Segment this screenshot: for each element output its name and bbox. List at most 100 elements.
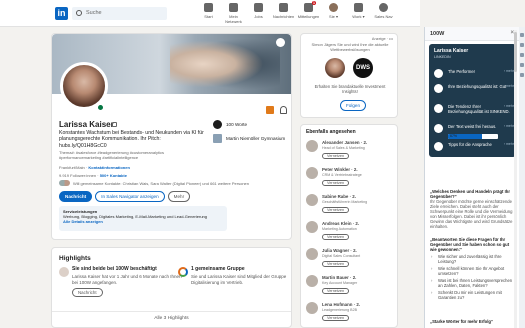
- grid-icon: [354, 3, 363, 12]
- analysis-label: Der Text weist frei heraus.: [448, 124, 497, 129]
- ad-subtext: Erhalten Sie brandaktuelle Investment In…: [314, 84, 386, 94]
- rail-icon[interactable]: [520, 63, 524, 67]
- rail-icon[interactable]: [520, 73, 524, 77]
- avatar[interactable]: [306, 275, 318, 287]
- person-name[interactable]: Sabine Rabe · 2.: [322, 194, 356, 199]
- person-name[interactable]: Alexander Jansen · 2.: [322, 140, 367, 145]
- analysis-name: Larissa Kaiser: [434, 48, 469, 54]
- person-name[interactable]: Lena Hofmann · 2.: [322, 302, 360, 307]
- more-button[interactable]: Mehr: [167, 191, 191, 202]
- person-name[interactable]: Julia Wagner · 2.: [322, 248, 357, 253]
- company-row[interactable]: 100 Worte: [213, 120, 285, 129]
- quality-progress-bar: 67%: [448, 134, 498, 139]
- connect-button[interactable]: Vernetzen: [322, 180, 350, 186]
- nav-item-messaging[interactable]: Nachrichten: [271, 3, 296, 24]
- progress-label: 67%: [450, 134, 458, 138]
- people-also-viewed: Ebenfalls angesehen Alexander Jansen · 2…: [300, 124, 398, 328]
- rail-icon[interactable]: [520, 53, 524, 57]
- school-row[interactable]: Martin Niemöller Gymnasium: [213, 134, 285, 143]
- panel-section: „Beantworten Sie diese Fragen für Ihr Ge…: [430, 237, 515, 300]
- analysis-item[interactable]: Die Tendenz Ihrer Beziehungsqualität ist…: [434, 104, 514, 114]
- person-name[interactable]: Peter Winkler · 2.: [322, 167, 358, 172]
- more-link[interactable]: › mehr: [504, 69, 514, 74]
- message-button[interactable]: Nachricht: [59, 191, 93, 202]
- connect-button[interactable]: Vernetzen: [322, 288, 350, 294]
- ad-label[interactable]: Anzeige · •••: [372, 37, 393, 41]
- school-name: Martin Niemöller Gymnasium: [226, 136, 286, 141]
- scrollbar-thumb[interactable]: [514, 32, 517, 72]
- nav-item-me[interactable]: Sie ▾: [321, 3, 346, 24]
- all-highlights-link[interactable]: Alle 3 Highlights: [52, 311, 291, 321]
- company-logo-icon: [213, 120, 222, 129]
- camera-icon[interactable]: [276, 38, 285, 47]
- section-desc: Ihr Gegenüber möchte gerne einschätzende…: [430, 199, 513, 229]
- person-name[interactable]: Andreas Klein · 2.: [322, 221, 359, 226]
- avatar[interactable]: [306, 167, 318, 179]
- rail-icon[interactable]: [520, 43, 524, 47]
- more-link[interactable]: › mehr: [504, 142, 514, 147]
- nav-item-network[interactable]: Mein Netzwerk: [221, 3, 246, 24]
- messaging-icon: [279, 3, 288, 12]
- sales-navigator-button[interactable]: In Sales Navigator anzeigen: [95, 191, 165, 202]
- nav-item-home[interactable]: Start: [196, 3, 221, 24]
- list-item[interactable]: Martin Bauer · 2. Key Account Manager Vern…: [306, 275, 396, 297]
- more-link[interactable]: › mehr: [504, 124, 514, 129]
- avatar[interactable]: [306, 302, 318, 314]
- nav-item-work[interactable]: Work ▾: [346, 3, 371, 24]
- analysis-item[interactable]: Tipps für die Ansprache › mehr: [434, 142, 514, 151]
- more-link[interactable]: › mehr: [504, 84, 514, 89]
- highlight-message-button[interactable]: Nachricht: [72, 288, 103, 297]
- avatar[interactable]: [306, 194, 318, 206]
- profile-avatar[interactable]: [60, 62, 108, 110]
- list-item[interactable]: Sabine Rabe · 2. Geschäftsführerin Market…: [306, 194, 396, 216]
- linkedin-logo[interactable]: in: [55, 7, 68, 20]
- question-item[interactable]: Was ist bei Ihnen Leistungsversprechen a…: [430, 278, 515, 288]
- question-item[interactable]: Schenkt Du mir ein Leistungen mit Garant…: [430, 290, 515, 300]
- profile-card: Larissa Kaiser Konstantes Wachstum bei B…: [51, 33, 292, 240]
- avatar[interactable]: [306, 221, 318, 233]
- person-desc: Marketing Automation: [322, 227, 357, 231]
- connect-button[interactable]: Vernetzen: [322, 153, 350, 159]
- nav-label: Mein Netzwerk: [225, 14, 242, 24]
- contact-info-link[interactable]: Kontaktinformationen: [88, 165, 130, 170]
- connect-button[interactable]: Vernetzen: [322, 261, 350, 267]
- list-item[interactable]: Peter Winkler · 2. CRM & Vertriebsstrateg…: [306, 167, 396, 189]
- services-details-link[interactable]: Alle Details anzeigen: [63, 219, 103, 224]
- analysis-item[interactable]: Der Text weist frei heraus. › mehr: [434, 124, 514, 133]
- list-item[interactable]: Julia Wagner · 2. Digital Sales Consultan…: [306, 248, 396, 270]
- connections-link[interactable]: 500+ Kontakte: [100, 173, 127, 178]
- analysis-sub: LINKEDIN: [434, 55, 451, 59]
- extension-panel: 100W × Larissa Kaiser LINKEDIN The Perfor…: [424, 27, 519, 328]
- connect-button[interactable]: Vernetzen: [322, 315, 350, 321]
- services-box: Serviceleistungen Werbung, Blogging, Dig…: [59, 206, 227, 231]
- list-item[interactable]: Andreas Klein · 2. Marketing Automation Ve…: [306, 221, 396, 243]
- avatar[interactable]: [306, 140, 318, 152]
- nav-label: Start: [204, 14, 213, 19]
- question-item[interactable]: Wie schnell können Sie Ihr Angebot umset…: [430, 266, 515, 276]
- connect-button[interactable]: Vernetzen: [322, 234, 350, 240]
- avatar[interactable]: [306, 248, 318, 260]
- ad-card: Anzeige · ••• Simon Jägers Sie und wird …: [300, 33, 398, 118]
- analysis-item[interactable]: Ihre Beziehungsqualität ist: Gut › mehr: [434, 84, 514, 93]
- verified-icon: [112, 122, 117, 127]
- company-logo-icon[interactable]: [266, 106, 274, 114]
- analysis-item[interactable]: The Performer › mehr: [434, 69, 514, 78]
- person-desc: Leadgenerierung B2B: [322, 308, 357, 312]
- connect-button[interactable]: Vernetzen: [322, 207, 350, 213]
- follow-button[interactable]: Folgen: [340, 100, 367, 111]
- more-link[interactable]: › mehr: [504, 104, 514, 109]
- nav-item-sales-nav[interactable]: Sales Nav: [371, 3, 396, 24]
- list-item[interactable]: Alexander Jansen · 2. Head of Sales & Mar…: [306, 140, 396, 162]
- nav-item-notifications[interactable]: 1 Mitteilungen: [296, 1, 321, 24]
- person-name[interactable]: Martin Bauer · 2.: [322, 275, 356, 280]
- bell-icon[interactable]: [280, 106, 287, 114]
- search-input[interactable]: Suche: [72, 7, 167, 20]
- scrollbar[interactable]: [514, 30, 517, 328]
- rail-icon[interactable]: [520, 33, 524, 37]
- person-desc: Geschäftsführerin Marketing: [322, 200, 368, 204]
- person-desc: Head of Sales & Marketing: [322, 146, 365, 150]
- question-item[interactable]: Wie sicher und zuverlässig ist Ihre Leis…: [430, 254, 515, 264]
- list-item[interactable]: Lena Hofmann · 2. Leadgenerierung B2B Vern…: [306, 302, 396, 324]
- mutual-connections[interactable]: Will gemeinsame Kontakte: Christian Wais…: [59, 180, 249, 186]
- nav-item-jobs[interactable]: Jobs: [246, 3, 271, 24]
